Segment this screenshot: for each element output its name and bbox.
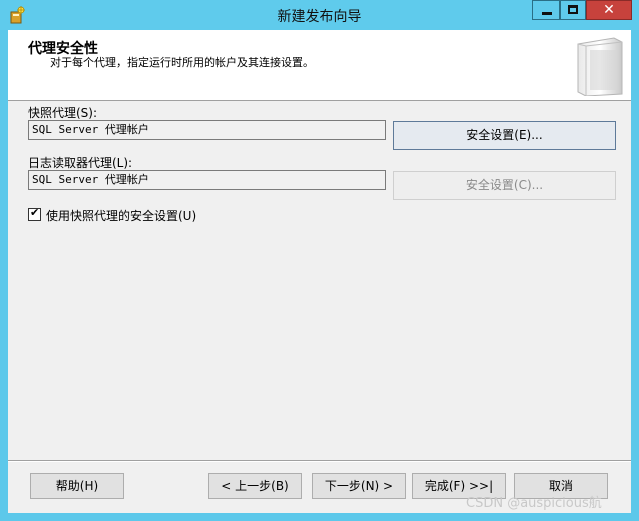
help-button[interactable]: 帮助(H) [30,473,124,499]
use-snapshot-security-label[interactable]: 使用快照代理的安全设置(U) [46,207,196,224]
use-snapshot-security-checkbox[interactable]: ✔ [28,206,41,221]
footer-divider-highlight [8,461,631,462]
wizard-window: 新建发布向导 ✕ 代理安全性 对于每个代理，指定运行时所用的帐户及其连接设置。 [0,0,639,521]
next-button[interactable]: 下一步(N) > [312,473,406,499]
title-bar[interactable]: 新建发布向导 ✕ [0,0,639,30]
wizard-banner-icon [577,37,623,96]
snapshot-agent-label: 快照代理(S): [28,106,98,120]
log-reader-agent-label: 日志读取器代理(L): [28,156,133,170]
close-icon: ✕ [603,2,615,18]
maximize-button[interactable] [560,0,586,20]
checkmark-icon: ✔ [30,206,40,219]
page-header: 代理安全性 对于每个代理，指定运行时所用的帐户及其连接设置。 [8,30,631,101]
log-reader-agent-field: SQL Server 代理帐户 [28,170,386,190]
back-button[interactable]: < 上一步(B) [208,473,302,499]
minimize-button[interactable] [532,0,560,20]
maximize-icon [568,5,578,14]
snapshot-security-settings-button[interactable]: 安全设置(E)... [393,121,616,150]
snapshot-agent-field: SQL Server 代理帐户 [28,120,386,140]
page-subtitle: 对于每个代理，指定运行时所用的帐户及其连接设置。 [50,56,314,69]
close-button[interactable]: ✕ [586,0,632,20]
csdn-watermark: CSDN @auspicious航 [466,496,602,511]
log-reader-security-settings-button[interactable]: 安全设置(C)... [393,171,616,200]
minimize-icon [542,12,552,15]
wizard-client-area: 代理安全性 对于每个代理，指定运行时所用的帐户及其连接设置。 快照代理(S): … [8,30,631,513]
